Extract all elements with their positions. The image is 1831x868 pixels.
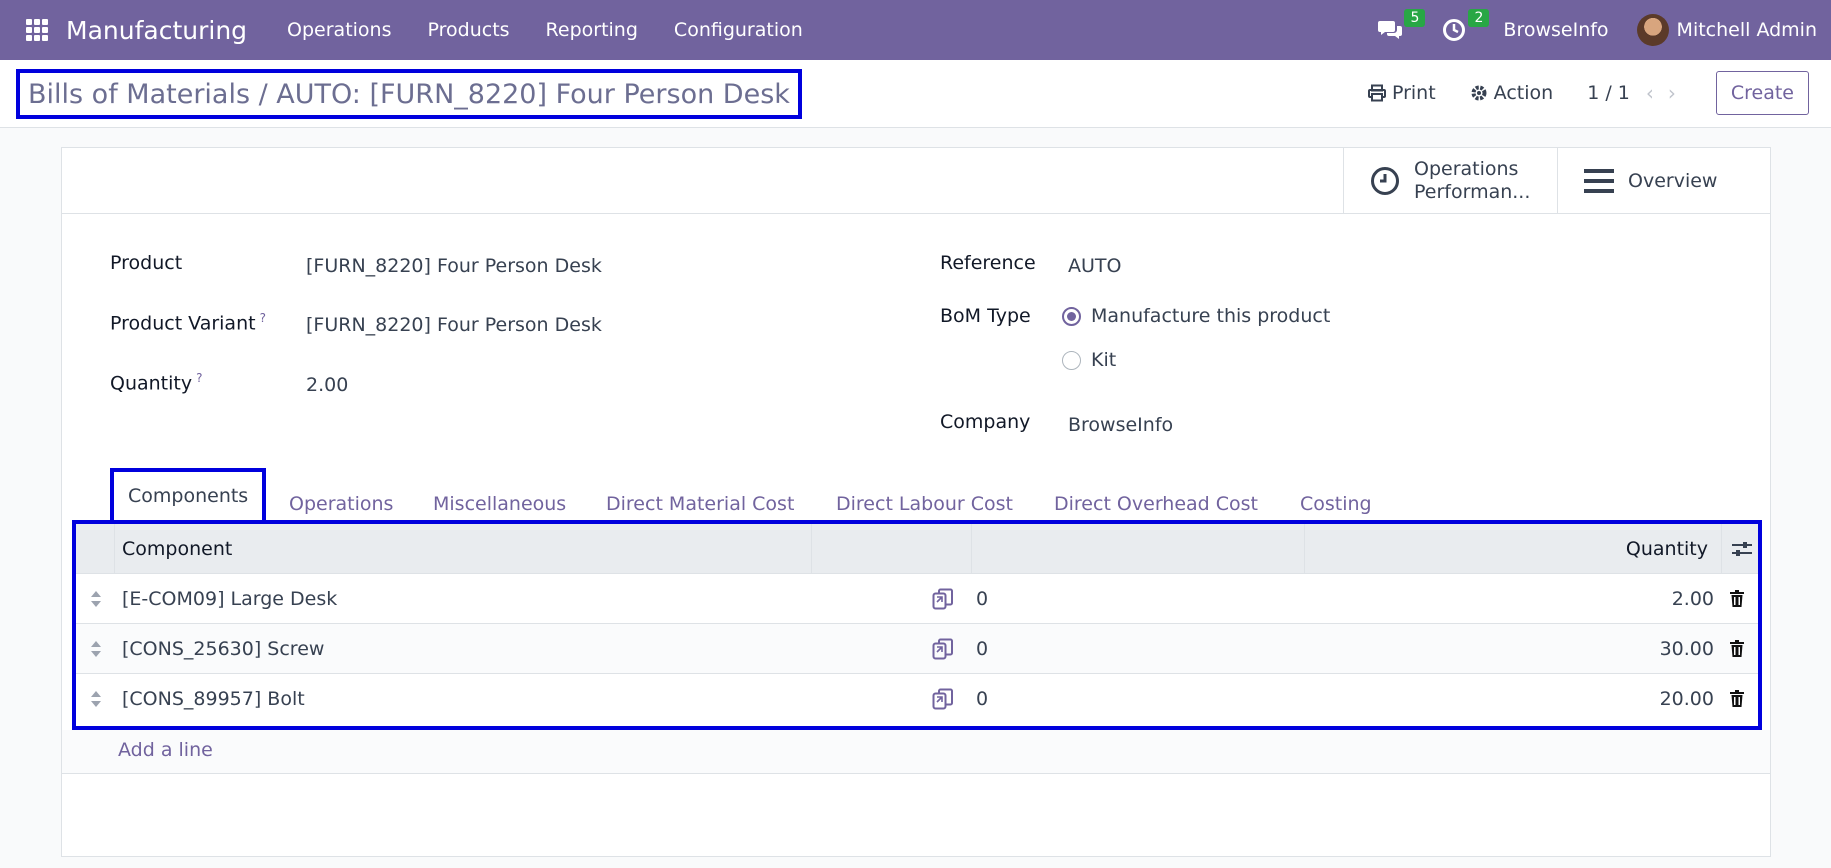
copy-icon[interactable] (932, 574, 954, 623)
bom-type-label: BoM Type (940, 305, 1031, 327)
quantity-cell[interactable]: 20.00 (1660, 674, 1714, 723)
pager-previous-icon[interactable]: ‹ (1646, 81, 1654, 105)
print-label: Print (1391, 82, 1436, 104)
pager-value[interactable]: 1 / 1 (1587, 82, 1630, 104)
reference-field[interactable]: AUTO (1068, 255, 1121, 277)
quantity-cell[interactable]: 2.00 (1672, 574, 1714, 623)
messages-icon[interactable]: 5 (1375, 9, 1426, 45)
control-panel: Bills of Materials / AUTO: [FURN_8220] F… (0, 60, 1831, 128)
radio-checked-icon (1062, 306, 1081, 326)
add-a-line-link[interactable]: Add a line (118, 739, 213, 761)
activities-count-badge: 2 (1468, 9, 1490, 27)
breadcrumb[interactable]: Bills of Materials / AUTO: [FURN_8220] F… (16, 69, 802, 119)
product-field[interactable]: [FURN_8220] Four Person Desk (306, 255, 602, 277)
column-header-component[interactable]: Component (122, 524, 232, 573)
component-cell[interactable]: [E-COM09] Large Desk (122, 574, 337, 623)
quantity-cell[interactable]: 30.00 (1660, 624, 1714, 673)
table-row[interactable]: [CONS_89957] Bolt 0 20.00 (76, 674, 1758, 724)
avatar[interactable] (1636, 14, 1669, 46)
operations-performance-line2: Performan... (1414, 180, 1531, 203)
copy-icon[interactable] (932, 624, 954, 673)
count-cell: 0 (976, 687, 989, 710)
divider (62, 773, 1770, 774)
top-navbar: Manufacturing Operations Products Report… (0, 0, 1831, 60)
operations-performance-line1: Operations (1414, 157, 1519, 180)
menu-configuration[interactable]: Configuration (656, 19, 821, 41)
operations-performance-button[interactable]: Operations Performan... (1343, 148, 1557, 213)
smart-button-box: Operations Performan... Overview (62, 148, 1770, 214)
clock-icon (1371, 166, 1399, 195)
menu-products[interactable]: Products (410, 19, 528, 41)
product-variant-field[interactable]: [FURN_8220] Four Person Desk (306, 314, 602, 336)
trash-icon[interactable] (1730, 574, 1744, 623)
menu-reporting[interactable]: Reporting (528, 19, 656, 41)
table-row[interactable]: [CONS_25630] Screw 0 30.00 (76, 624, 1758, 674)
gear-icon (1471, 85, 1487, 101)
trash-icon[interactable] (1730, 674, 1744, 723)
table-header: Component Quantity (76, 524, 1758, 574)
company-switcher[interactable]: BrowseInfo (1503, 19, 1608, 41)
action-label: Action (1493, 82, 1554, 104)
menu-operations[interactable]: Operations (269, 19, 409, 41)
bom-type-manufacture-radio[interactable]: Manufacture this product (1062, 305, 1330, 327)
apps-menu-icon[interactable] (26, 19, 48, 41)
optional-columns-icon[interactable] (1732, 524, 1752, 573)
help-tooltip-icon[interactable]: ? (196, 371, 202, 385)
copy-icon[interactable] (932, 674, 954, 723)
column-header-quantity[interactable]: Quantity (1626, 524, 1708, 573)
bom-type-kit-radio[interactable]: Kit (1062, 349, 1116, 371)
drag-handle-icon[interactable] (90, 590, 102, 608)
print-icon (1367, 84, 1386, 102)
product-label: Product (110, 252, 183, 274)
bom-type-manufacture-label: Manufacture this product (1091, 305, 1331, 327)
product-variant-label: Product Variant? (110, 311, 266, 335)
drag-handle-icon[interactable] (90, 690, 102, 708)
user-menu[interactable]: Mitchell Admin (1677, 19, 1817, 41)
component-cell[interactable]: [CONS_25630] Screw (122, 624, 324, 673)
activities-clock-icon[interactable]: 2 (1439, 9, 1490, 45)
trash-icon[interactable] (1730, 624, 1744, 673)
drag-handle-icon[interactable] (90, 640, 102, 658)
print-button[interactable]: Print (1367, 82, 1436, 104)
count-cell: 0 (976, 637, 989, 660)
tab-components[interactable]: Components (110, 468, 267, 524)
company-label: Company (940, 411, 1031, 433)
bars-icon (1584, 168, 1614, 193)
count-cell: 0 (976, 587, 989, 610)
messages-count-badge: 5 (1404, 9, 1426, 27)
add-line-row (62, 730, 1770, 774)
overview-label: Overview (1628, 169, 1718, 192)
quantity-label: Quantity? (110, 371, 203, 395)
form-sheet: Operations Performan... Overview Product… (61, 147, 1771, 857)
pager-next-icon[interactable]: › (1668, 81, 1676, 105)
table-row[interactable]: [E-COM09] Large Desk 0 2.00 (76, 574, 1758, 624)
app-name[interactable]: Manufacturing (66, 16, 247, 45)
overview-button[interactable]: Overview (1557, 148, 1770, 213)
create-button[interactable]: Create (1715, 71, 1809, 115)
radio-unchecked-icon (1062, 350, 1081, 370)
bom-type-kit-label: Kit (1091, 349, 1117, 371)
reference-label: Reference (940, 252, 1036, 274)
quantity-field[interactable]: 2.00 (306, 374, 348, 396)
components-table: Component Quantity [E-COM09] Large Desk … (72, 520, 1762, 730)
company-field[interactable]: BrowseInfo (1068, 414, 1173, 436)
component-cell[interactable]: [CONS_89957] Bolt (122, 674, 305, 723)
action-button[interactable]: Action (1470, 82, 1554, 104)
help-tooltip-icon[interactable]: ? (260, 311, 266, 325)
